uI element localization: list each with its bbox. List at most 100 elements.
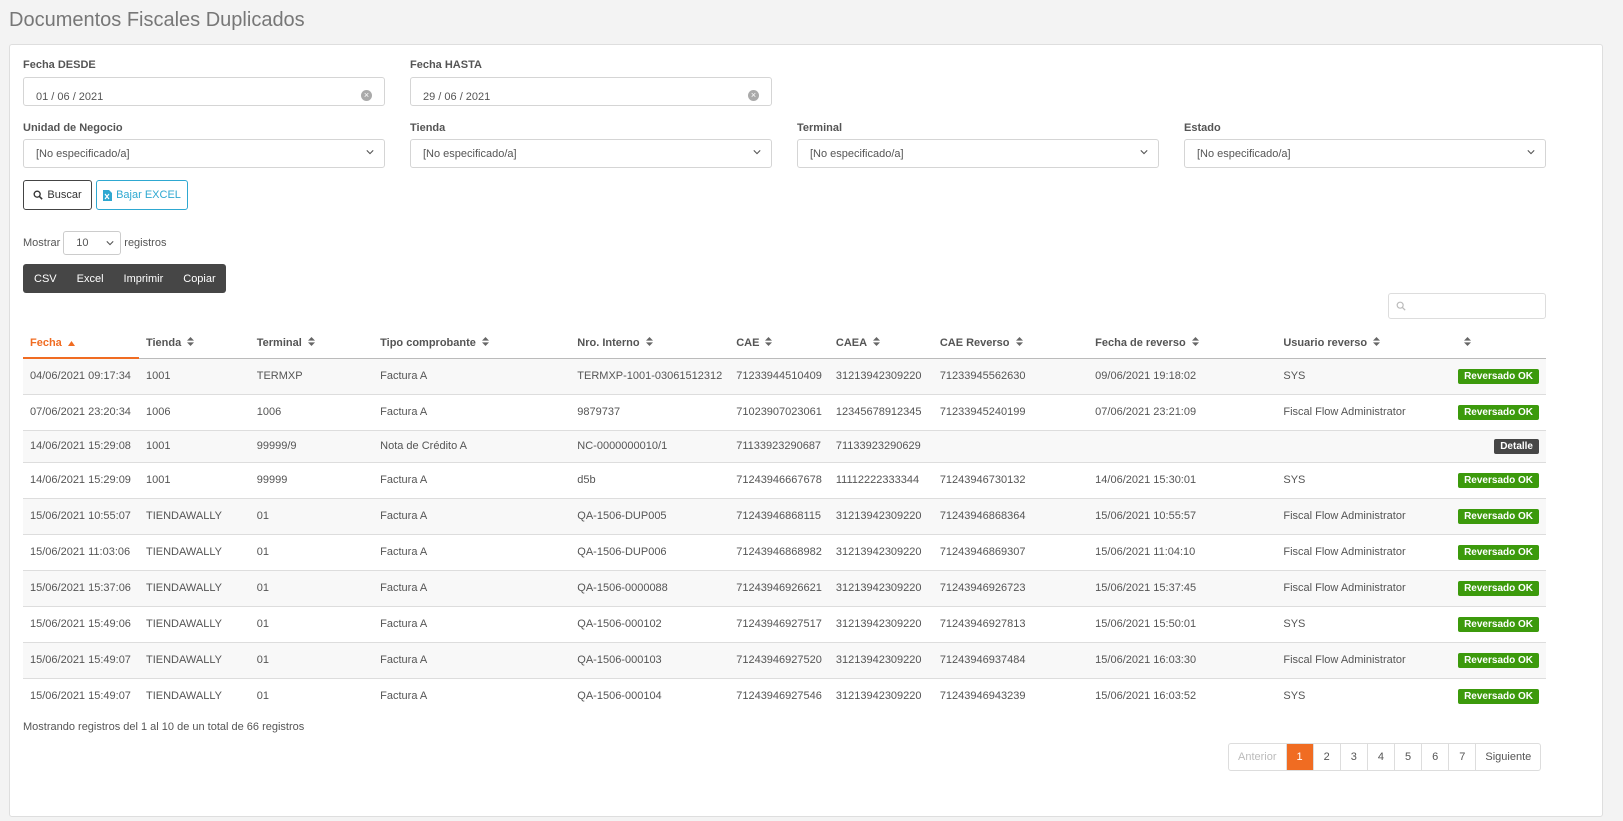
sort-icon	[1373, 337, 1381, 349]
length-select[interactable]: 10	[63, 231, 122, 255]
cell-fecha: 15/06/2021 15:37:06	[23, 569, 139, 606]
column-header-label: Nro. Interno	[577, 337, 640, 350]
page-button-2[interactable]: 2	[1312, 744, 1340, 770]
column-header-fecha[interactable]: Fecha	[23, 329, 139, 359]
cell-fecha-rev: 15/06/2021 15:50:01	[1088, 605, 1277, 642]
reversado-ok-badge[interactable]: Reversado OK	[1458, 472, 1539, 488]
cell-cae-rev: 71243946730132	[932, 461, 1089, 498]
column-header-label: CAE	[736, 337, 760, 350]
clear-icon[interactable]: ×	[361, 90, 372, 101]
csv-button[interactable]: CSV	[23, 264, 67, 293]
column-header-usuario-reverso[interactable]: Usuario reverso	[1276, 329, 1451, 359]
clear-icon[interactable]: ×	[748, 90, 759, 101]
cell-estado: Reversado OK	[1450, 677, 1546, 714]
excel-button[interactable]: Excel	[67, 264, 114, 293]
page-button-1[interactable]: 1	[1285, 744, 1313, 770]
cell-cae-rev: 71243946943239	[932, 677, 1089, 714]
fecha-hasta-input[interactable]: 29 / 06 / 2021 ×	[410, 77, 772, 106]
cell-tipo: Factura A	[373, 533, 571, 570]
cell-usuario: SYS	[1276, 677, 1451, 714]
cell-caea: 31213942309220	[828, 605, 933, 642]
cell-terminal: TERMXP	[249, 357, 374, 394]
cell-estado: Reversado OK	[1450, 605, 1546, 642]
sort-icon	[307, 337, 315, 349]
column-header-label: Usuario reverso	[1283, 337, 1368, 350]
reversado-ok-badge[interactable]: Reversado OK	[1458, 688, 1539, 704]
reversado-ok-badge[interactable]: Reversado OK	[1458, 616, 1539, 632]
chevron-down-icon	[106, 241, 114, 246]
column-header-label: CAE Reverso	[939, 337, 1010, 350]
page-button-5[interactable]: 5	[1394, 744, 1421, 770]
fecha-hasta-label: Fecha HASTA	[410, 59, 482, 71]
fecha-desde-input[interactable]: 01 / 06 / 2021 ×	[23, 77, 385, 106]
cell-tipo: Factura A	[373, 569, 571, 606]
estado-select[interactable]: [No especificado/a]	[1184, 139, 1546, 168]
column-header-fecha-de-reverso[interactable]: Fecha de reverso	[1088, 329, 1277, 359]
cell-caea: 31213942309220	[828, 569, 933, 606]
unidad-negocio-select[interactable]: [No especificado/a]	[23, 139, 385, 168]
column-header-nro-interno[interactable]: Nro. Interno	[570, 329, 730, 359]
cell-terminal: 99999	[249, 461, 374, 498]
page-button-6[interactable]: 6	[1421, 744, 1448, 770]
cell-cae-rev: 71243946927813	[932, 605, 1089, 642]
length-control: Mostrar 10 registros	[23, 231, 166, 255]
sort-icon	[765, 337, 773, 349]
sort-icon	[1463, 337, 1471, 349]
page-button-4[interactable]: 4	[1366, 744, 1394, 770]
column-header-estado[interactable]	[1450, 329, 1546, 359]
table-row: 15/06/2021 15:49:07 TIENDAWALLY 01 Factura …	[23, 641, 1546, 678]
buscar-label: Buscar	[47, 189, 82, 201]
cell-tienda: TIENDAWALLY	[138, 677, 250, 714]
cell-tipo: Factura A	[373, 393, 571, 430]
chevron-down-icon	[753, 150, 761, 155]
reversado-ok-badge[interactable]: Reversado OK	[1458, 652, 1539, 668]
table-row: 15/06/2021 15:49:07 TIENDAWALLY 01 Factura …	[23, 677, 1546, 714]
reversado-ok-badge[interactable]: Reversado OK	[1458, 544, 1539, 560]
reversado-ok-badge[interactable]: Reversado OK	[1458, 508, 1539, 524]
next-page-button[interactable]: Siguiente	[1475, 744, 1540, 770]
page-button-3[interactable]: 3	[1339, 744, 1367, 770]
cell-usuario	[1276, 429, 1451, 462]
cell-nro: QA-1506-000102	[570, 605, 730, 642]
cell-cae: 71243946927517	[729, 605, 829, 642]
buscar-button[interactable]: Buscar	[23, 180, 92, 210]
reversado-ok-badge[interactable]: Reversado OK	[1458, 368, 1539, 384]
cell-fecha: 07/06/2021 23:20:34	[23, 393, 139, 430]
detalle-button[interactable]: Detalle	[1494, 438, 1539, 454]
cell-tienda: 1001	[138, 429, 250, 462]
cell-tipo: Factura A	[373, 497, 571, 534]
cell-cae: 71133923290687	[729, 429, 829, 462]
page-button-7[interactable]: 7	[1448, 744, 1475, 770]
cell-cae: 71243946927546	[729, 677, 829, 714]
column-header-terminal[interactable]: Terminal	[249, 329, 374, 359]
column-header-cae-reverso[interactable]: CAE Reverso	[932, 329, 1089, 359]
terminal-select[interactable]: [No especificado/a]	[797, 139, 1159, 168]
cell-fecha-rev: 15/06/2021 11:04:10	[1088, 533, 1277, 570]
column-header-caea[interactable]: CAEA	[828, 329, 933, 359]
previous-page-button[interactable]: Anterior	[1229, 744, 1286, 770]
sort-icon	[645, 337, 653, 349]
table-search-input[interactable]	[1388, 293, 1546, 319]
bajar-excel-button[interactable]: Bajar EXCEL	[96, 180, 188, 210]
imprimir-button[interactable]: Imprimir	[114, 264, 174, 293]
cell-cae-rev: 71243946868364	[932, 497, 1089, 534]
cell-terminal: 01	[249, 605, 374, 642]
filter-panel: Fecha DESDE 01 / 06 / 2021 × Fecha HASTA…	[9, 44, 1603, 817]
cell-tienda: 1001	[138, 357, 250, 394]
length-prefix: Mostrar	[23, 237, 61, 249]
column-header-tienda[interactable]: Tienda	[138, 329, 250, 359]
table-row: 14/06/2021 15:29:08 1001 99999/9 Nota de Cr…	[23, 429, 1546, 462]
cell-nro: QA-1506-000103	[570, 641, 730, 678]
sort-icon	[873, 337, 881, 349]
column-header-tipo-comprobante[interactable]: Tipo comprobante	[373, 329, 571, 359]
copiar-button[interactable]: Copiar	[173, 264, 225, 293]
cell-cae-rev: 71243946869307	[932, 533, 1089, 570]
column-header-cae[interactable]: CAE	[729, 329, 829, 359]
table-row: 15/06/2021 15:49:06 TIENDAWALLY 01 Factura …	[23, 605, 1546, 642]
cell-tipo: Factura A	[373, 641, 571, 678]
reversado-ok-badge[interactable]: Reversado OK	[1458, 580, 1539, 596]
tienda-select[interactable]: [No especificado/a]	[410, 139, 772, 168]
search-icon	[1396, 301, 1406, 311]
cell-estado: Reversado OK	[1450, 569, 1546, 606]
reversado-ok-badge[interactable]: Reversado OK	[1458, 404, 1539, 420]
